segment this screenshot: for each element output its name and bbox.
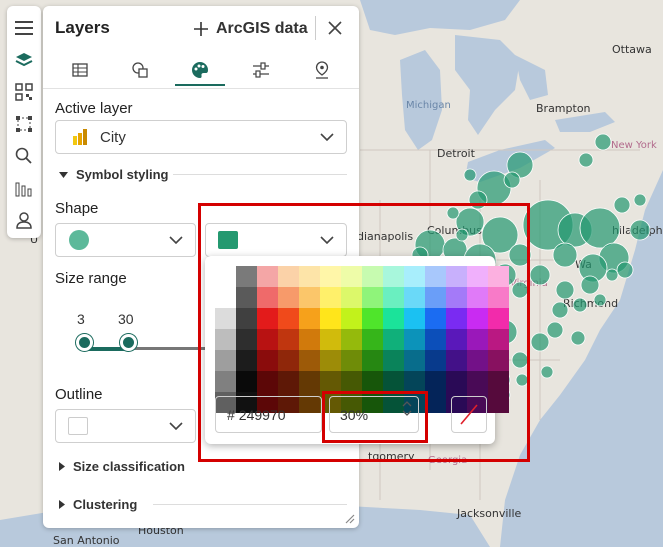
close-icon [328, 21, 342, 35]
tab-filter[interactable] [236, 52, 286, 88]
plus-icon [194, 22, 208, 36]
add-arcgis-data-label: ArcGIS data [216, 20, 308, 37]
resize-grip-icon[interactable] [343, 512, 355, 524]
size-range-label: Size range [55, 270, 127, 287]
city-marker[interactable] [572, 297, 588, 313]
user-button[interactable] [9, 204, 39, 236]
section-divider [173, 174, 347, 175]
label-richmond: Richmond [563, 297, 618, 310]
qr-code-button[interactable] [9, 76, 39, 108]
city-marker[interactable] [579, 207, 621, 249]
sliders-icon [253, 62, 269, 78]
size-classification-header[interactable]: Size classification [59, 459, 185, 474]
highlight-box-transparency [322, 391, 428, 443]
search-button[interactable] [9, 140, 39, 172]
size-range-track[interactable] [129, 347, 205, 350]
city-marker[interactable] [605, 268, 619, 282]
city-marker[interactable] [633, 193, 647, 207]
size-max-thumb[interactable] [120, 334, 137, 351]
size-max-value: 30 [118, 311, 134, 327]
chevron-down-icon [169, 236, 183, 244]
clustering-header[interactable]: Clustering [59, 497, 137, 512]
user-icon [16, 212, 32, 229]
layers-button[interactable] [9, 44, 39, 76]
city-marker[interactable] [530, 332, 550, 352]
label-san-antonio: San Antonio [53, 534, 120, 547]
outline-color-swatch [68, 417, 88, 435]
city-marker[interactable] [593, 293, 607, 307]
shape-label: Shape [55, 200, 99, 217]
tab-style[interactable] [175, 52, 225, 88]
tab-location[interactable] [297, 52, 347, 88]
add-arcgis-data-button[interactable]: ArcGIS data [193, 16, 308, 42]
section-divider [153, 504, 347, 505]
city-marker[interactable] [578, 152, 594, 168]
city-marker[interactable] [616, 261, 634, 279]
menu-icon [15, 21, 33, 35]
city-marker[interactable] [552, 242, 578, 268]
label-michigan: Michigan [406, 100, 451, 111]
outline-color-dropdown[interactable] [55, 409, 196, 443]
symbol-styling-label: Symbol styling [76, 167, 169, 182]
label-brampton: Brampton [536, 102, 591, 115]
city-marker[interactable] [463, 168, 477, 182]
caret-down-icon [59, 171, 68, 178]
label-ottawa: Ottawa [612, 43, 652, 56]
city-marker[interactable] [540, 365, 554, 379]
city-marker[interactable] [613, 196, 631, 214]
powerbi-icon [73, 129, 87, 145]
city-marker[interactable] [570, 330, 586, 346]
close-button[interactable] [323, 16, 347, 40]
tab-shapes[interactable] [115, 52, 165, 88]
label-detroit: Detroit [437, 147, 476, 160]
shapes-icon [132, 62, 148, 78]
city-marker[interactable] [546, 321, 564, 339]
panel-title: Layers [55, 18, 110, 37]
tab-table[interactable] [55, 52, 105, 88]
size-min-thumb[interactable] [76, 334, 93, 351]
label-new-york: New York [611, 140, 657, 151]
city-marker[interactable] [503, 171, 521, 189]
clustering-label: Clustering [73, 497, 138, 512]
city-marker[interactable] [580, 275, 600, 295]
chevron-down-icon [169, 422, 183, 430]
caret-right-icon [59, 500, 65, 509]
size-min-value: 3 [77, 311, 85, 327]
tabs-divider [43, 88, 359, 89]
symbol-styling-header[interactable]: Symbol styling [59, 167, 168, 182]
city-marker[interactable] [594, 133, 612, 151]
city-marker[interactable] [529, 264, 551, 286]
size-classification-label: Size classification [73, 459, 185, 474]
label-jacksonville: Jacksonville [456, 507, 522, 520]
city-marker[interactable] [629, 219, 651, 241]
caret-right-icon [59, 462, 65, 471]
header-divider [315, 16, 316, 40]
shape-dropdown[interactable] [55, 223, 196, 257]
chart-button[interactable] [9, 172, 39, 204]
select-area-button[interactable] [9, 108, 39, 140]
table-icon [72, 63, 88, 77]
select-area-icon [16, 116, 32, 132]
location-pin-icon [315, 61, 329, 79]
circle-shape-icon [69, 230, 89, 250]
city-marker[interactable] [551, 301, 569, 319]
palette-icon [192, 62, 208, 78]
search-icon [15, 147, 32, 164]
chevron-down-icon [320, 133, 334, 141]
active-layer-label: Active layer [55, 100, 133, 117]
qr-code-icon [15, 83, 33, 101]
panel-tabs [43, 52, 359, 88]
tool-rail [7, 6, 41, 238]
chart-icon [15, 182, 32, 197]
outline-label: Outline [55, 386, 103, 403]
menu-button[interactable] [9, 12, 39, 44]
active-layer-value: City [100, 128, 126, 146]
active-layer-dropdown[interactable]: City [55, 120, 347, 154]
layers-icon [15, 53, 33, 67]
city-marker[interactable] [555, 280, 575, 300]
